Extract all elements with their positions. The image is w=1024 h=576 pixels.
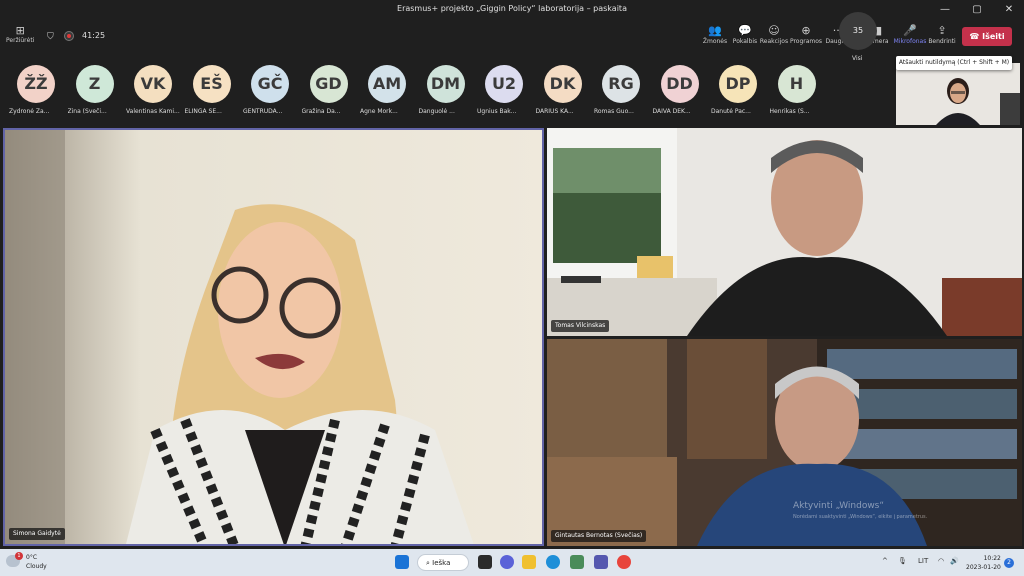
participant-name: ELINGA ŠE... bbox=[184, 108, 222, 115]
participant-avatar[interactable]: RG bbox=[602, 65, 640, 103]
people-icon: 👥 bbox=[708, 24, 722, 37]
participant-avatar[interactable]: U2 bbox=[485, 65, 523, 103]
meeting-timer: 41:25 bbox=[82, 31, 106, 40]
unmute-tooltip: Atšaukti nutildymą (Ctrl + Shift + M) bbox=[896, 56, 1012, 70]
participant-name: Danutė Pac... bbox=[711, 108, 751, 115]
grid-icon: ⊞ bbox=[15, 24, 25, 37]
clock-time: 10:22 bbox=[983, 555, 1001, 562]
participant-name: Gražina Da... bbox=[301, 108, 341, 115]
more-participants-label: Visi bbox=[852, 55, 863, 62]
participant-name: DARIUS KA... bbox=[535, 108, 574, 115]
microphone-tray-icon[interactable]: 🎙 bbox=[898, 557, 907, 565]
participant-avatar[interactable]: DM bbox=[426, 65, 465, 103]
share-label: Bendrinti bbox=[928, 38, 956, 45]
apps-label: Programos bbox=[789, 38, 823, 45]
minimize-button[interactable]: — bbox=[930, 0, 960, 20]
participant-name: Agne Mork... bbox=[360, 108, 398, 115]
windows-start-icon[interactable] bbox=[395, 555, 409, 569]
shield-icon[interactable]: ⛉ bbox=[47, 32, 54, 42]
wifi-icon[interactable]: ◠ bbox=[938, 557, 944, 565]
task-view-icon[interactable] bbox=[478, 555, 492, 569]
participant-name: Žydronė Ža... bbox=[9, 108, 50, 115]
participant-avatar[interactable]: EŠ bbox=[192, 65, 231, 103]
clock-date: 2023-01-20 bbox=[966, 564, 1001, 571]
layout-button[interactable]: ⊞ Peržiūrėti bbox=[6, 24, 34, 44]
participant-video-bottom bbox=[547, 339, 1022, 546]
video-tile-top-right[interactable]: Tomas Vilcinskas bbox=[547, 128, 1022, 336]
participant-avatar[interactable]: AM bbox=[368, 65, 406, 103]
volume-icon[interactable]: 🔊 bbox=[950, 557, 959, 565]
participant-name: Zina (Sveči... bbox=[67, 108, 107, 115]
edge-icon[interactable] bbox=[546, 555, 560, 569]
chrome-icon[interactable] bbox=[617, 555, 631, 569]
taskbar-search[interactable]: ⌕ Ieška bbox=[417, 554, 469, 571]
chevron-up-icon[interactable]: ^ bbox=[882, 557, 888, 565]
search-label: Ieška bbox=[432, 559, 451, 567]
self-view-image bbox=[896, 63, 1020, 125]
teams-chat-icon[interactable] bbox=[500, 555, 514, 569]
participant-avatar[interactable]: GČ bbox=[251, 65, 289, 103]
maximize-button[interactable]: ▢ bbox=[962, 0, 992, 20]
more-participants-button[interactable]: 35 bbox=[839, 12, 877, 50]
window-title: Erasmus+ projekto „Giggin Policy“ labora… bbox=[397, 4, 627, 13]
microphone-button[interactable]: 🎤 Mikrofonas bbox=[893, 24, 927, 45]
share-icon: ⇪ bbox=[937, 24, 947, 37]
self-view-video bbox=[896, 63, 1020, 125]
video-tile-bottom-right[interactable]: Aktyvinti „Windows“ Norėdami suaktyvinti… bbox=[547, 339, 1022, 546]
taskbar-clock[interactable]: 10:22 2023-01-20 bbox=[966, 554, 1001, 572]
participant-name: Ugnius Bak... bbox=[477, 108, 517, 115]
teams-icon[interactable] bbox=[594, 555, 608, 569]
apps-button[interactable]: ⊕ Programos bbox=[789, 24, 823, 45]
plus-icon: ⊕ bbox=[801, 24, 811, 37]
recording-icon bbox=[64, 31, 74, 41]
participant-avatar[interactable]: GD bbox=[309, 65, 348, 103]
participant-avatar[interactable]: H bbox=[777, 65, 816, 103]
leave-button[interactable]: ☎ Išeiti bbox=[962, 27, 1012, 46]
layout-label: Peržiūrėti bbox=[6, 37, 35, 44]
file-explorer-icon[interactable] bbox=[522, 555, 536, 569]
bottom-right-participant-name: Gintautas Bernotas (Svečias) bbox=[551, 530, 647, 542]
participant-name: Danguolė ... bbox=[418, 108, 455, 115]
weather-badge: 1 bbox=[15, 552, 23, 560]
language-indicator[interactable]: LIT bbox=[918, 557, 928, 565]
store-icon[interactable] bbox=[570, 555, 584, 569]
participant-avatar[interactable]: DD bbox=[660, 65, 699, 103]
notification-badge[interactable]: 2 bbox=[1004, 558, 1014, 568]
main-video-tile[interactable]: Simona Gaidytė bbox=[3, 128, 544, 546]
participant-avatar[interactable]: VK bbox=[134, 65, 172, 103]
activation-watermark-text: Norėdami suaktyvinti „Windows“, eikite į… bbox=[793, 514, 928, 520]
phone-icon: ☎ bbox=[969, 32, 983, 41]
reactions-label: Reakcijos bbox=[759, 38, 789, 45]
activation-watermark-title: Aktyvinti „Windows“ bbox=[793, 501, 885, 511]
reactions-icon: ☺ bbox=[768, 24, 780, 37]
participant-name: Henrikas (S... bbox=[769, 108, 810, 115]
temperature: 0°C bbox=[26, 554, 38, 561]
participant-name: Romas Guo... bbox=[594, 108, 634, 115]
chat-label: Pokalbis bbox=[732, 38, 758, 45]
speaker-video bbox=[5, 130, 542, 544]
participant-avatar[interactable]: DP bbox=[719, 65, 757, 103]
participant-avatar[interactable]: DK bbox=[543, 65, 582, 103]
participant-avatar[interactable]: ŽŽ bbox=[17, 65, 55, 103]
weather-widget[interactable]: 0°C Cloudy bbox=[26, 553, 47, 571]
participant-name: Valentinas Kami... bbox=[126, 108, 180, 115]
people-label: Žmonės bbox=[702, 38, 728, 45]
microphone-label: Mikrofonas bbox=[893, 38, 927, 45]
participant-name: GENTRŪDA... bbox=[243, 108, 283, 115]
close-window-button[interactable]: ✕ bbox=[994, 0, 1024, 20]
reactions-button[interactable]: ☺ Reakcijos bbox=[757, 24, 791, 45]
leave-label: Išeiti bbox=[982, 32, 1005, 41]
participant-video-top bbox=[547, 128, 1022, 336]
main-participant-name: Simona Gaidytė bbox=[9, 528, 65, 540]
microphone-muted-icon: 🎤 bbox=[903, 24, 917, 37]
people-button[interactable]: 👥 Žmonės bbox=[698, 24, 732, 45]
share-button[interactable]: ⇪ Bendrinti bbox=[925, 24, 959, 45]
participant-avatar[interactable]: Z bbox=[75, 65, 114, 103]
weather-condition: Cloudy bbox=[26, 563, 47, 570]
participant-name: DAIVA DEK... bbox=[652, 108, 691, 115]
top-right-participant-name: Tomas Vilcinskas bbox=[551, 320, 610, 332]
windows-taskbar: 1 0°C Cloudy ⌕ Ieška ^ 🎙 LIT ◠ 🔊 10:22 2… bbox=[0, 549, 1024, 576]
participants-strip: ŽŽ Žydronė Ža... Z Zina (Sveči... VK Valentin… bbox=[0, 53, 1024, 125]
